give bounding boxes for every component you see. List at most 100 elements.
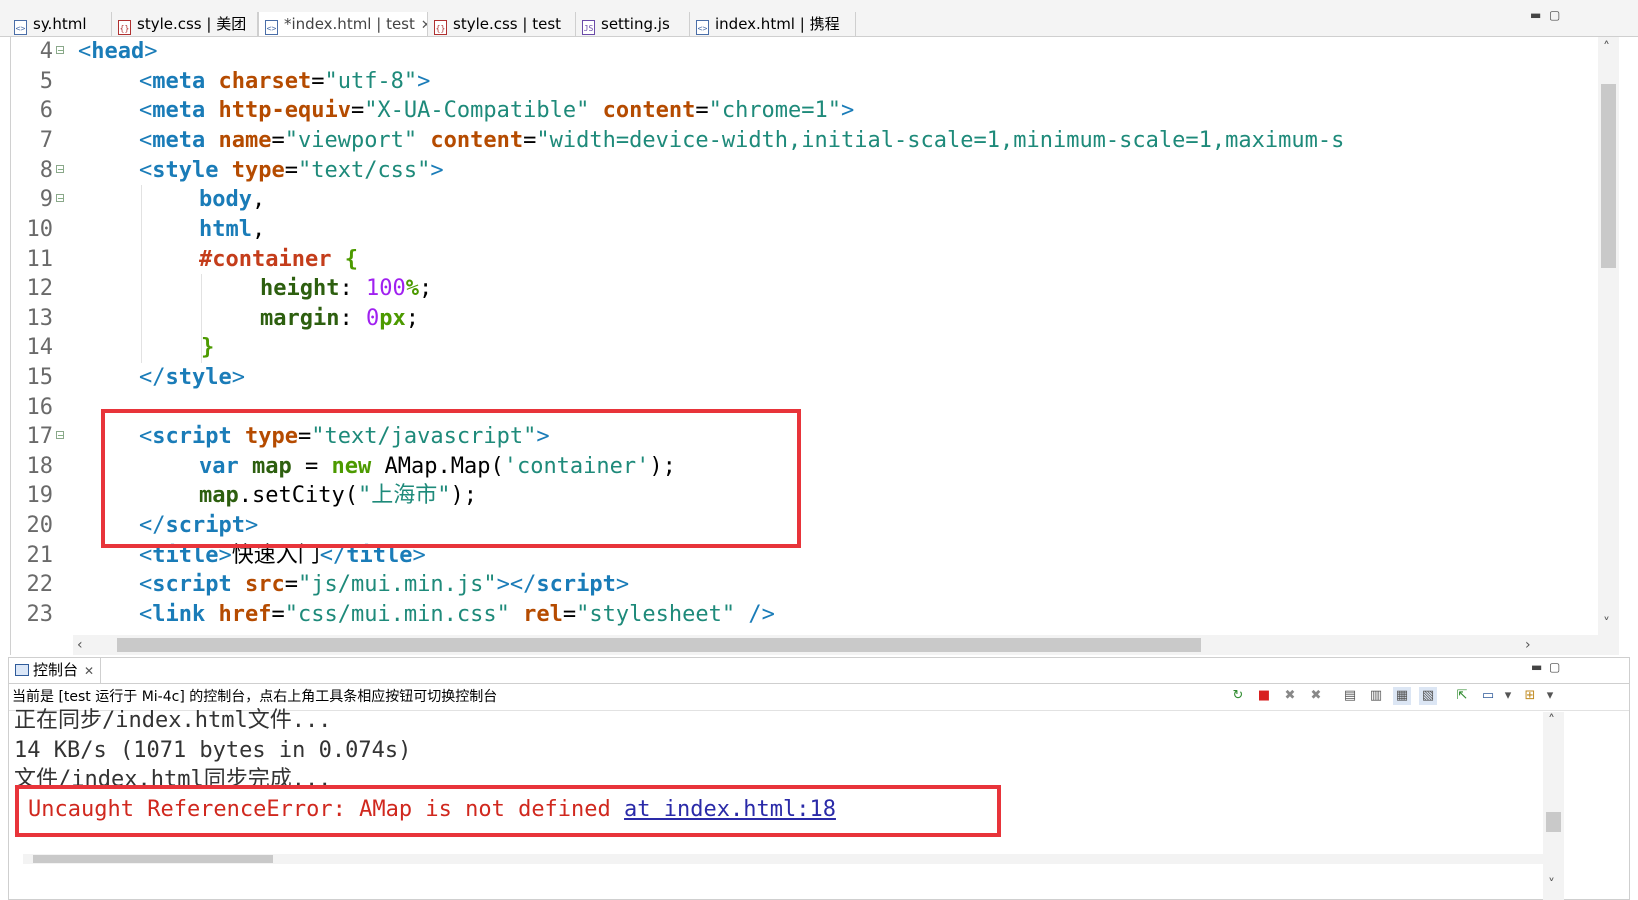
fold-icon[interactable]: −	[56, 431, 64, 440]
line-number: 19	[26, 483, 54, 508]
fold-icon[interactable]: −	[56, 194, 64, 203]
code-line-12: height: 100%;	[260, 276, 433, 301]
editor-horizontal-scrollbar[interactable]: ‹ ›	[73, 635, 1598, 655]
code-line-13: margin: 0px;	[260, 306, 419, 331]
tab-label: setting.js	[601, 15, 670, 33]
show-console-icon[interactable]: ▧	[1419, 687, 1437, 705]
pin-console-icon[interactable]: ⇱	[1453, 687, 1471, 705]
line-number: 18	[26, 454, 54, 479]
scrollbar-thumb[interactable]	[33, 855, 273, 863]
html-file-icon: <>	[14, 20, 27, 35]
scroll-lock-icon[interactable]: ▥	[1367, 687, 1385, 705]
line-number-gutter: 4− 5 6 7 8− 9− 10 11 12 13 14 15 16 17− …	[11, 37, 73, 655]
tab-setting-js[interactable]: JS setting.js	[576, 12, 690, 36]
line-number: 20	[26, 513, 54, 538]
line-number: 14	[26, 335, 54, 360]
fold-icon[interactable]: −	[56, 165, 64, 174]
indent-guide	[141, 185, 142, 363]
scroll-up-icon[interactable]: ˄	[1603, 41, 1610, 55]
highlight-box-script	[101, 409, 801, 548]
close-icon[interactable]: ✕	[421, 18, 427, 33]
maximize-icon[interactable]: ▢	[1549, 660, 1560, 674]
open-console-icon[interactable]: ⊞	[1521, 687, 1539, 705]
tab-index-html-test[interactable]: <> *index.html | test ✕	[258, 12, 428, 36]
remove-all-icon[interactable]: ✖	[1307, 687, 1325, 705]
line-number: 15	[26, 365, 54, 390]
line-number: 7	[39, 128, 53, 153]
console-tab-label: 控制台	[33, 661, 79, 679]
tab-style-css-test[interactable]: {} style.css | test	[428, 12, 576, 36]
css-file-icon: {}	[118, 20, 131, 35]
tab-label: style.css | test	[453, 15, 562, 33]
tab-label: *index.html | test	[284, 15, 415, 33]
code-line-5: <meta charset="utf-8">	[139, 69, 431, 94]
scroll-down-icon[interactable]: ˅	[1603, 617, 1610, 631]
console-horizontal-scrollbar[interactable]	[23, 854, 1543, 864]
stop-icon[interactable]: ■	[1255, 687, 1273, 705]
editor-vertical-scrollbar[interactable]: ˄ ˅	[1598, 37, 1619, 655]
console-icon	[15, 664, 29, 676]
scroll-right-icon[interactable]: ›	[1525, 638, 1531, 652]
line-number: 4	[39, 39, 53, 64]
code-line-8: <style type="text/css">	[139, 158, 444, 183]
console-panel: 控制台 ✕ ▬ ▢ 当前是 [test 运行于 Mi-4c] 的控制台，点右上角工…	[8, 657, 1630, 900]
line-number: 11	[26, 247, 54, 272]
minimize-icon[interactable]: ▬	[1530, 8, 1541, 22]
tab-label: index.html | 携程	[715, 15, 840, 33]
html-file-icon: <>	[265, 20, 278, 35]
word-wrap-icon[interactable]: ▦	[1393, 687, 1411, 705]
code-editor[interactable]: 4− 5 6 7 8− 9− 10 11 12 13 14 15 16 17− …	[10, 37, 1619, 655]
clear-console-icon[interactable]: ▤	[1341, 687, 1359, 705]
highlight-box-error	[15, 785, 1001, 837]
code-line-6: <meta http-equiv="X-UA-Compatible" conte…	[139, 98, 855, 123]
code-line-10: html,	[199, 217, 266, 242]
code-line-15: </style>	[139, 365, 245, 390]
tab-console[interactable]: 控制台 ✕	[9, 658, 101, 683]
scroll-left-icon[interactable]: ‹	[77, 638, 83, 652]
console-output-line: 14 KB/s (1071 bytes in 0.074s)	[14, 738, 412, 763]
tab-sy-html[interactable]: <> sy.html	[8, 12, 112, 36]
line-number: 17	[26, 424, 54, 449]
code-line-14: }	[201, 335, 215, 360]
tab-label: sy.html	[33, 15, 87, 33]
console-vertical-scrollbar[interactable]: ˄ ˅	[1543, 712, 1564, 900]
scrollbar-thumb[interactable]	[1546, 812, 1561, 832]
code-line-4: <head>	[78, 39, 158, 64]
tab-style-css-meituan[interactable]: {} style.css | 美团	[112, 12, 258, 36]
maximize-icon[interactable]: ▢	[1549, 8, 1560, 22]
line-number: 12	[26, 276, 54, 301]
line-number: 8	[39, 158, 53, 183]
remove-icon[interactable]: ✖	[1281, 687, 1299, 705]
code-line-22: <script src="js/mui.min.js"></script>	[139, 572, 630, 597]
scrollbar-thumb[interactable]	[117, 638, 1201, 652]
line-number: 5	[39, 69, 53, 94]
console-output-line: 正在同步/index.html文件...	[14, 708, 332, 733]
editor-tab-bar: <> sy.html {} style.css | 美团 <> *index.html…	[0, 0, 1638, 37]
html-file-icon: <>	[696, 20, 709, 35]
tab-index-html-ctrip[interactable]: <> index.html | 携程	[690, 12, 856, 36]
code-line-23: <link href="css/mui.min.css" rel="styles…	[139, 602, 775, 627]
chevron-down-icon[interactable]: ▾	[1541, 687, 1559, 705]
js-file-icon: JS	[582, 20, 595, 35]
code-line-7: <meta name="viewport" content="width=dev…	[139, 128, 1345, 153]
line-number: 22	[26, 572, 54, 597]
minimize-icon[interactable]: ▬	[1531, 660, 1542, 674]
line-number: 23	[26, 602, 54, 627]
line-number: 16	[26, 395, 54, 420]
line-number: 9	[39, 187, 53, 212]
close-icon[interactable]: ✕	[84, 664, 94, 678]
css-file-icon: {}	[434, 20, 447, 35]
tab-label: style.css | 美团	[137, 15, 247, 33]
fold-icon[interactable]: −	[56, 46, 64, 55]
scroll-up-icon[interactable]: ˄	[1548, 714, 1555, 728]
display-console-icon[interactable]: ▭	[1479, 687, 1497, 705]
scrollbar-thumb[interactable]	[1601, 84, 1616, 268]
scroll-down-icon[interactable]: ˅	[1548, 878, 1555, 892]
restart-icon[interactable]: ↻	[1229, 687, 1247, 705]
line-number: 21	[26, 543, 54, 568]
code-line-11: #container {	[199, 247, 358, 272]
line-number: 13	[26, 306, 54, 331]
line-number: 10	[26, 217, 54, 242]
line-number: 6	[39, 98, 53, 123]
chevron-down-icon[interactable]: ▾	[1499, 687, 1517, 705]
